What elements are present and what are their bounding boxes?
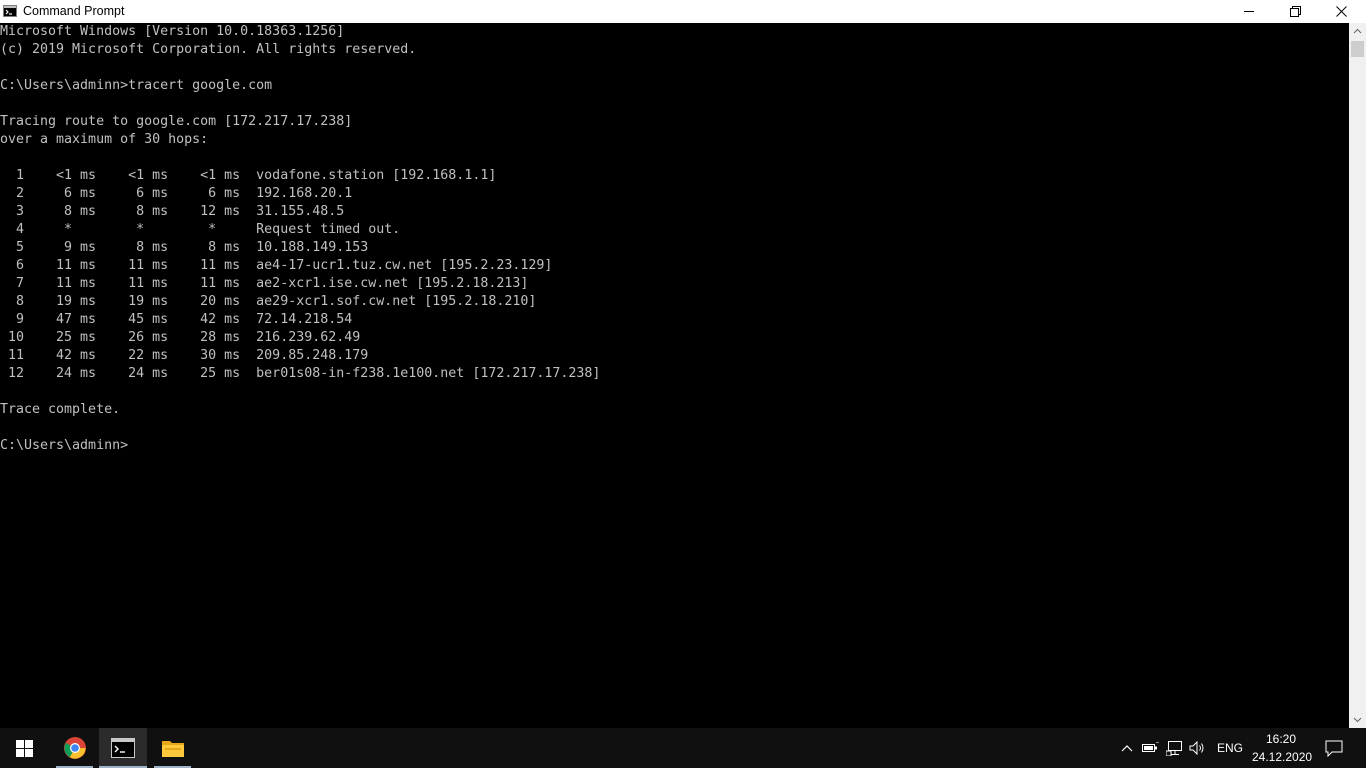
taskbar-file-explorer[interactable] [150,728,195,768]
console-line: 11 42 ms 22 ms 30 ms 209.85.248.179 [0,348,369,363]
restore-icon [1289,6,1301,17]
close-icon [1335,6,1347,17]
clock-time[interactable]: 16:20 [1266,732,1296,746]
console-line: Microsoft Windows [Version 10.0.18363.12… [0,24,345,39]
taskbar: ENG 16:20 24.12.2020 [0,728,1366,768]
input-language[interactable]: ENG [1217,741,1243,755]
console-line: 9 47 ms 45 ms 42 ms 72.14.218.54 [0,312,353,327]
minimize-button[interactable] [1226,0,1272,23]
console-line: 5 9 ms 8 ms 8 ms 10.188.149.153 [0,240,369,255]
console-line: 3 8 ms 8 ms 12 ms 31.155.48.5 [0,204,345,219]
clock-date[interactable]: 24.12.2020 [1252,750,1312,764]
taskbar-chrome[interactable] [51,728,98,768]
battery-icon [1142,742,1159,752]
cmd-icon [111,738,135,758]
minimize-icon [1243,11,1254,12]
console-line: over a maximum of 30 hops: [0,132,209,147]
battery-button[interactable] [1140,728,1162,768]
console-line: 7 11 ms 11 ms 11 ms ae2-xcr1.ise.cw.net … [0,276,529,291]
console-line: (c) 2019 Microsoft Corporation. All righ… [0,42,417,57]
close-button[interactable] [1318,0,1364,23]
console-line: 8 19 ms 19 ms 20 ms ae29-xcr1.sof.cw.net… [0,294,537,309]
start-button[interactable] [0,728,48,768]
title-bar[interactable]: Command Prompt [0,0,1366,23]
network-icon [1166,741,1182,756]
console-line: C:\Users\adminn>tracert google.com [0,78,273,93]
cmd-app-icon [3,4,17,18]
restore-button[interactable] [1272,0,1318,23]
console-line: C:\Users\adminn> [0,438,129,453]
volume-button[interactable] [1187,728,1209,768]
console-line: 4 * * * Request timed out. [0,222,401,237]
vertical-scrollbar[interactable] [1349,23,1366,728]
chevron-up-icon [1121,745,1133,752]
console-line: 6 11 ms 11 ms 11 ms ae4-17-ucr1.tuz.cw.n… [0,258,553,273]
folder-icon [161,741,184,757]
network-button[interactable] [1164,728,1186,768]
console-line: 1 <1 ms <1 ms <1 ms vodafone.station [19… [0,168,497,183]
chevron-up-icon [1353,28,1362,34]
console-line: 10 25 ms 26 ms 28 ms 216.239.62.49 [0,330,361,345]
action-center-icon [1325,740,1343,757]
windows-logo-icon [15,739,33,757]
scroll-down-button[interactable] [1349,711,1366,728]
action-center-button[interactable] [1322,728,1346,768]
chevron-down-icon [1353,717,1362,723]
taskbar-command-prompt[interactable] [99,728,147,768]
chrome-icon [63,737,86,759]
console-line: 2 6 ms 6 ms 6 ms 192.168.20.1 [0,186,353,201]
show-hidden-icons-button[interactable] [1117,728,1137,768]
console-line: Trace complete. [0,402,121,417]
scroll-up-button[interactable] [1349,23,1366,40]
scroll-thumb[interactable] [1351,41,1364,57]
console-line: 12 24 ms 24 ms 25 ms ber01s08-in-f238.1e… [0,366,601,381]
console-line: Tracing route to google.com [172.217.17.… [0,114,353,129]
window-title: Command Prompt [23,4,125,18]
console-output[interactable]: Microsoft Windows [Version 10.0.18363.12… [0,23,1349,728]
volume-icon [1189,741,1204,755]
